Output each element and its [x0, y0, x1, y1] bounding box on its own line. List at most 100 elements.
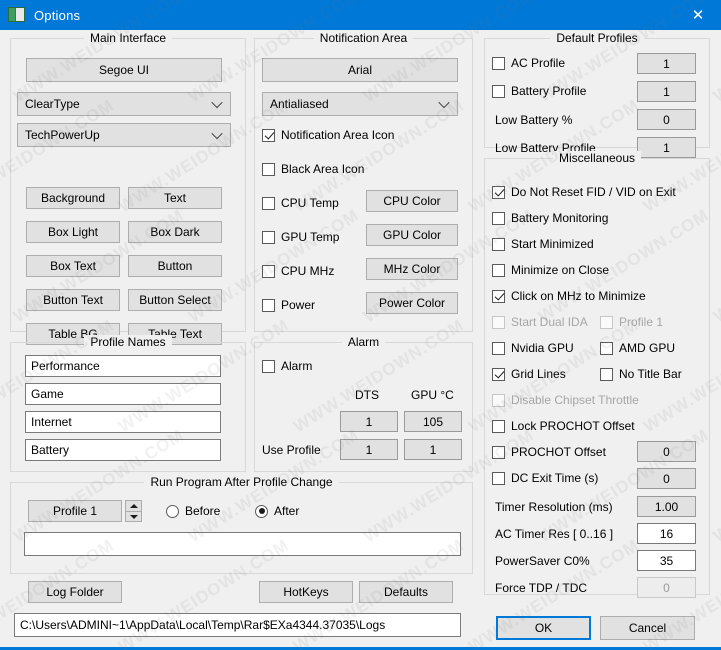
checkbox-ac-profile[interactable]: AC Profile	[492, 55, 565, 71]
checkbox-alarm-enable[interactable]: Alarm	[262, 358, 312, 374]
color-button-button[interactable]: Button	[128, 255, 222, 277]
checkbox-cpu-temp[interactable]: CPU Temp	[262, 195, 339, 211]
options-window: Options ✕ Main Interface Segoe UI ClearT…	[0, 0, 721, 650]
log-path-input[interactable]: C:\Users\ADMINI~1\AppData\Local\Temp\Rar…	[14, 613, 461, 637]
low-battery-profile-label: Low Battery Profile	[495, 141, 596, 155]
checkbox-battery-profile[interactable]: Battery Profile	[492, 83, 586, 99]
prochot-offset-field[interactable]: 0	[637, 441, 696, 462]
chevron-down-icon	[440, 99, 449, 108]
checkbox-lock-prochot-offset[interactable]: Lock PROCHOT Offset	[492, 418, 635, 434]
alarm-profile-gpu-field[interactable]: 1	[404, 439, 462, 460]
profile-name-input-4[interactable]: Battery	[25, 439, 221, 461]
dc-exit-time-field[interactable]: 0	[637, 468, 696, 489]
checkbox-box	[492, 341, 505, 355]
checkbox-box	[492, 315, 505, 329]
color-button-text[interactable]: Text	[128, 187, 222, 209]
checkbox-box	[600, 315, 613, 329]
notify-rendering-combo[interactable]: Antialiased	[262, 92, 458, 116]
notify-font-button[interactable]: Arial	[262, 58, 458, 82]
log-folder-button[interactable]: Log Folder	[28, 581, 122, 603]
checkbox-amd-gpu[interactable]: AMD GPU	[600, 340, 675, 356]
checkbox-cpu-mhz[interactable]: CPU MHz	[262, 263, 334, 279]
radio-after[interactable]: After	[255, 503, 299, 519]
ac-profile-field[interactable]: 1	[637, 53, 696, 74]
ok-button[interactable]: OK	[496, 616, 591, 640]
main-font-button[interactable]: Segoe UI	[26, 58, 222, 82]
low-battery-percent-label: Low Battery %	[495, 113, 573, 127]
checkbox-label: Battery Monitoring	[511, 211, 609, 225]
checkbox-prochot-offset[interactable]: PROCHOT Offset	[492, 444, 606, 460]
window-title: Options	[34, 7, 81, 23]
checkbox-power[interactable]: Power	[262, 297, 315, 313]
color-button-box-light[interactable]: Box Light	[26, 221, 120, 243]
checkbox-box	[262, 128, 275, 142]
checkbox-grid-lines[interactable]: Grid Lines	[492, 366, 566, 382]
color-button-button-text[interactable]: Button Text	[26, 289, 120, 311]
checkbox-start-minimized[interactable]: Start Minimized	[492, 236, 594, 252]
alarm-profile-dts-field[interactable]: 1	[340, 439, 398, 460]
group-legend-run-program: Run Program After Profile Change	[11, 475, 472, 489]
checkbox-box	[492, 471, 505, 485]
spinner-down-button[interactable]	[125, 511, 142, 522]
checkbox-label: Disable Chipset Throttle	[511, 393, 639, 407]
chevron-down-icon	[129, 514, 138, 519]
checkbox-no-title-bar[interactable]: No Title Bar	[600, 366, 682, 382]
mhz-color-button[interactable]: MHz Color	[366, 258, 458, 280]
color-button-background[interactable]: Background	[26, 187, 120, 209]
chevron-down-icon	[213, 99, 222, 108]
checkbox-box	[600, 367, 613, 381]
main-rendering-combo[interactable]: ClearType	[17, 92, 231, 116]
power-color-button[interactable]: Power Color	[366, 292, 458, 314]
defaults-button[interactable]: Defaults	[359, 581, 453, 603]
ac-timer-res-field[interactable]: 16	[637, 523, 696, 544]
profile-name-input-1[interactable]: Performance	[25, 355, 221, 377]
checkbox-label: Minimize on Close	[511, 263, 610, 277]
checkbox-nvidia-gpu[interactable]: Nvidia GPU	[492, 340, 574, 356]
spinner-up-button[interactable]	[125, 500, 142, 511]
checkbox-dc-exit-time[interactable]: DC Exit Time (s)	[492, 470, 598, 486]
cancel-button[interactable]: Cancel	[600, 616, 695, 640]
close-icon[interactable]: ✕	[675, 0, 721, 30]
main-theme-combo[interactable]: TechPowerUp	[17, 123, 231, 147]
alarm-temp-gpu-field[interactable]: 105	[404, 411, 462, 432]
color-button-box-dark[interactable]: Box Dark	[128, 221, 222, 243]
gpu-color-button[interactable]: GPU Color	[366, 224, 458, 246]
color-button-box-text[interactable]: Box Text	[26, 255, 120, 277]
group-legend-alarm: Alarm	[255, 335, 472, 349]
profile-name-input-2[interactable]: Game	[25, 383, 221, 405]
checkbox-gpu-temp[interactable]: GPU Temp	[262, 229, 339, 245]
powersaver-c0-field[interactable]: 35	[637, 550, 696, 571]
low-battery-percent-field[interactable]: 0	[637, 109, 696, 130]
checkbox-dual-ida-profile[interactable]: Profile 1	[600, 314, 663, 330]
checkbox-start-dual-ida[interactable]: Start Dual IDA	[492, 314, 588, 330]
checkbox-click-mhz-minimize[interactable]: Click on MHz to Minimize	[492, 288, 646, 304]
hotkeys-button[interactable]: HotKeys	[259, 581, 353, 603]
run-profile-button[interactable]: Profile 1	[28, 500, 122, 522]
checkbox-box	[600, 341, 613, 355]
checkbox-box	[492, 263, 505, 277]
cpu-color-button[interactable]: CPU Color	[366, 190, 458, 212]
checkbox-minimize-on-close[interactable]: Minimize on Close	[492, 262, 609, 278]
color-button-button-select[interactable]: Button Select	[128, 289, 222, 311]
checkbox-disable-chipset-throttle[interactable]: Disable Chipset Throttle	[492, 392, 639, 408]
checkbox-box	[262, 196, 275, 210]
alarm-temp-dts-field[interactable]: 1	[340, 411, 398, 432]
run-profile-spinner[interactable]	[125, 500, 142, 522]
profile-name-input-3[interactable]: Internet	[25, 411, 221, 433]
checkbox-notification-area-icon[interactable]: Notification Area Icon	[262, 127, 394, 143]
checkbox-box	[492, 393, 505, 407]
checkbox-do-not-reset-fid-vid[interactable]: Do Not Reset FID / VID on Exit	[492, 184, 676, 200]
main-theme-value: TechPowerUp	[25, 128, 100, 142]
group-notification-area: Notification Area	[254, 31, 473, 332]
timer-resolution-field[interactable]: 1.00	[637, 496, 696, 517]
battery-profile-field[interactable]: 1	[637, 81, 696, 102]
checkbox-battery-monitoring[interactable]: Battery Monitoring	[492, 210, 608, 226]
checkbox-black-area-icon[interactable]: Black Area Icon	[262, 161, 364, 177]
checkbox-label: AC Profile	[511, 56, 566, 70]
low-battery-profile-field[interactable]: 1	[637, 137, 696, 158]
checkbox-box	[492, 445, 505, 459]
checkbox-label: CPU MHz	[281, 264, 335, 278]
ac-timer-res-label: AC Timer Res [ 0..16 ]	[495, 527, 614, 541]
run-command-input[interactable]	[24, 532, 461, 556]
radio-before[interactable]: Before	[166, 503, 220, 519]
